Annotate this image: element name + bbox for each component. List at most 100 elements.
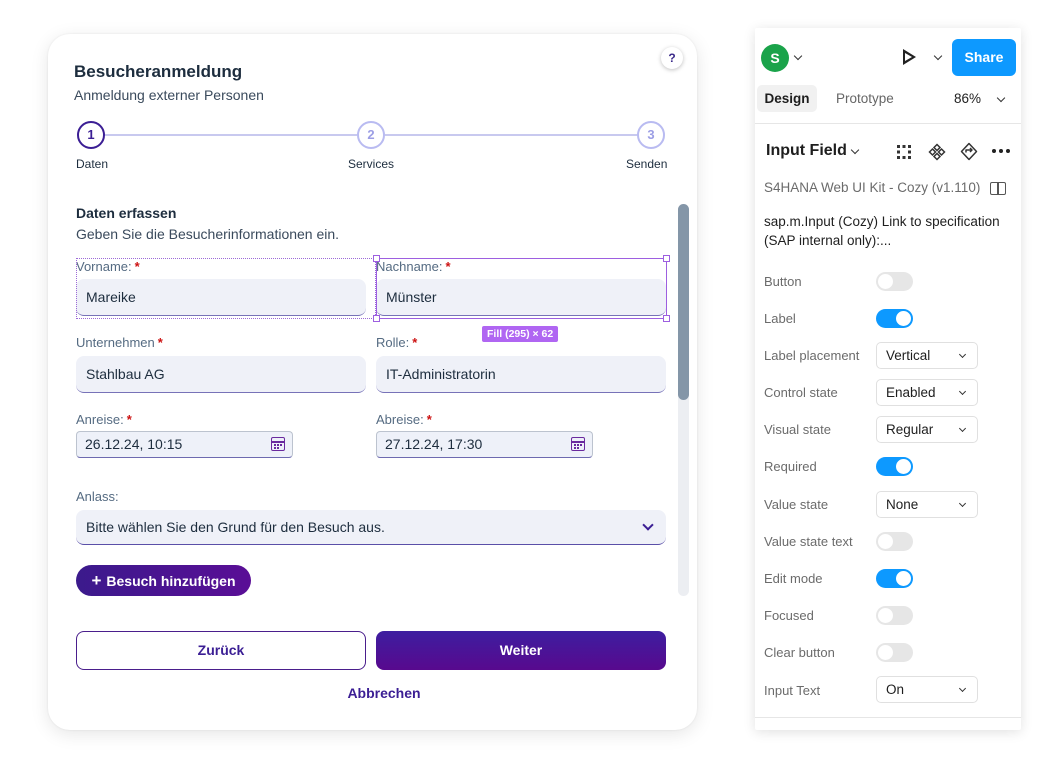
tab-prototype[interactable]: Prototype [836,91,894,106]
chevron-down-icon[interactable] [933,51,943,61]
toggle-knob [878,534,893,549]
anreise-label: Anreise: * [76,412,132,427]
toggle-knob [878,645,893,660]
prop-label: Value state text [764,534,853,549]
zoom-level[interactable]: 86% [954,91,981,106]
step-2[interactable]: 2 [357,121,385,149]
value-state-text-toggle[interactable] [876,532,913,551]
dialog-title: Besucheranmeldung [74,62,243,81]
rolle-label: Rolle: * [376,335,418,350]
prop-label: Value state [764,497,829,512]
input-text-select[interactable]: On [876,676,978,703]
chevron-down-icon [958,350,967,359]
prop-label: Input Text [764,683,821,698]
section-subtitle: Geben Sie die Besucherinformationen ein. [76,226,340,242]
scrollbar[interactable] [678,204,689,596]
toggle-knob [878,608,893,623]
grid-icon[interactable] [896,144,912,160]
avatar[interactable]: S [761,44,789,72]
required-marker: * [412,335,418,350]
chevron-down-icon[interactable] [996,93,1006,103]
chevron-down-icon[interactable] [850,145,860,155]
required-marker: * [126,412,132,427]
required-marker: * [426,412,432,427]
hover-outline [76,258,376,319]
prop-label: Visual state [764,422,831,437]
select-value: None [886,497,919,512]
toggle-knob [896,571,911,586]
required-toggle[interactable] [876,457,913,476]
required-marker: * [157,335,163,350]
anlass-placeholder: Bitte wählen Sie den Grund für den Besuc… [86,519,385,535]
select-value: Regular [886,422,934,437]
calendar-icon[interactable] [571,437,585,451]
component-name[interactable]: Input Field [766,142,847,160]
chevron-down-icon[interactable] [793,51,803,61]
prop-label: Control state [764,385,838,400]
more-icon[interactable] [991,148,1011,154]
select-value: Enabled [886,385,936,400]
button-toggle[interactable] [876,272,913,291]
anreise-value: 26.12.24, 10:15 [85,436,183,452]
dialog-subtitle: Anmeldung externer Personen [74,87,264,103]
selection-outline [373,255,670,322]
clear-button-toggle[interactable] [876,643,913,662]
step-connector [105,134,357,136]
properties-panel: S Share Design Prototype 86% Input Field… [755,28,1021,730]
swap-icon[interactable] [960,142,978,161]
resize-handle[interactable] [663,315,670,322]
resize-handle[interactable] [663,255,670,262]
chevron-down-icon [958,684,967,693]
visual-state-select[interactable]: Regular [876,416,978,443]
share-button[interactable]: Share [952,39,1016,76]
step-2-label: Services [348,157,395,171]
toggle-knob [896,311,911,326]
chevron-down-icon [642,519,654,531]
prop-label: Clear button [764,645,835,660]
unternehmen-input[interactable]: Stahlbau AG [76,356,366,393]
book-icon[interactable] [990,182,1007,195]
control-state-select[interactable]: Enabled [876,379,978,406]
label-toggle[interactable] [876,309,913,328]
edit-mode-toggle[interactable] [876,569,913,588]
value-state-select[interactable]: None [876,491,978,518]
step-1-label: Daten [76,157,109,171]
anlass-select[interactable]: Bitte wählen Sie den Grund für den Besuc… [76,510,666,545]
step-1[interactable]: 1 [77,121,105,149]
section-title: Daten erfassen [76,205,177,221]
chevron-down-icon [958,499,967,508]
rolle-input[interactable]: IT-Administratorin [376,356,666,393]
abreise-value: 27.12.24, 17:30 [385,436,483,452]
toggle-knob [896,459,911,474]
prop-label: Label placement [764,348,860,363]
resize-handle[interactable] [373,255,380,262]
component-icon[interactable] [928,143,946,161]
prop-label: Focused [764,608,814,623]
step-3[interactable]: 3 [637,121,665,149]
prop-label: Edit mode [764,571,823,586]
next-button[interactable]: Weiter [376,631,666,670]
scrollbar-thumb[interactable] [678,204,689,400]
add-visit-button[interactable]: + Besuch hinzufügen [76,565,251,596]
resize-handle[interactable] [373,315,380,322]
select-value: Vertical [886,348,931,363]
select-value: On [886,682,905,697]
step-connector [385,134,638,136]
library-name: S4HANA Web UI Kit - Cozy (v1.110) [764,180,981,195]
component-description[interactable]: sap.m.Input (Cozy) Link to specification… [764,212,1014,250]
tab-design[interactable]: Design [757,85,817,112]
calendar-icon[interactable] [271,437,285,451]
divider [755,717,1021,718]
cancel-link[interactable]: Abbrechen [48,685,720,701]
visitor-registration-dialog: ? Besucheranmeldung Anmeldung externer P… [48,34,697,730]
back-button[interactable]: Zurück [76,631,366,670]
toggle-knob [878,274,893,289]
unternehmen-label: Unternehmen * [76,335,163,350]
anreise-datetime-input[interactable]: 26.12.24, 10:15 [76,431,293,458]
focused-toggle[interactable] [876,606,913,625]
plus-icon: + [91,571,102,590]
abreise-label: Abreise: * [376,412,432,427]
abreise-datetime-input[interactable]: 27.12.24, 17:30 [376,431,593,458]
help-icon[interactable]: ? [661,47,683,69]
label-placement-select[interactable]: Vertical [876,342,978,369]
